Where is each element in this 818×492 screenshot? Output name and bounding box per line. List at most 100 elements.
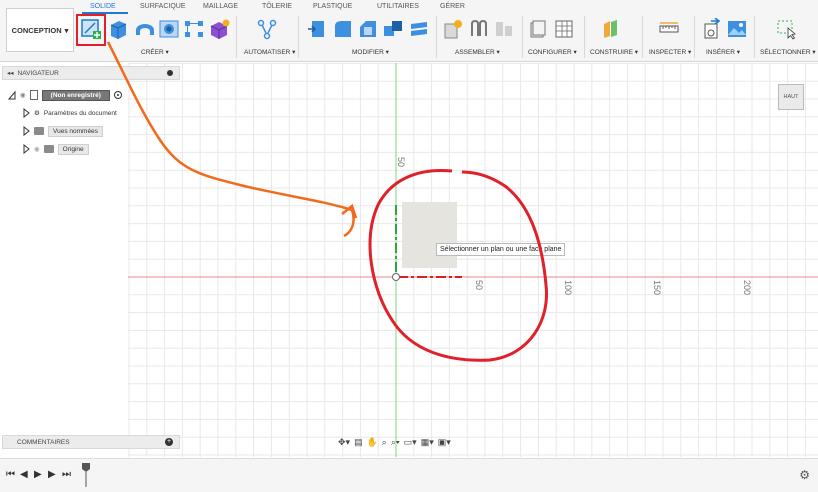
look-at-icon[interactable]: ▤ xyxy=(354,437,363,448)
viewports-icon[interactable]: ▣▾ xyxy=(438,437,451,448)
select-icon[interactable] xyxy=(776,18,798,40)
tab-gerer[interactable]: GÉRER xyxy=(440,3,465,10)
construct-plane-icon[interactable] xyxy=(600,18,622,40)
navigator-pin-icon[interactable] xyxy=(167,70,173,76)
root-label: (Non enregistré) xyxy=(41,89,110,101)
shell-icon[interactable] xyxy=(382,18,404,40)
workspace-label: CONCEPTION xyxy=(11,25,62,35)
comments-panel[interactable]: COMMENTAIRES + xyxy=(2,435,180,449)
navigation-bar: ✥▾ ▤ ✋ ⌕ ⌕▾ ▭▾ ▦▾ ▣▾ xyxy=(338,434,480,450)
hole-icon[interactable] xyxy=(158,18,180,40)
fillet-icon[interactable] xyxy=(332,18,354,40)
tab-utilitaires[interactable]: UTILITAIRES xyxy=(377,3,419,10)
origin-point[interactable] xyxy=(392,273,400,281)
tab-plastique[interactable]: PLASTIQUE xyxy=(313,3,352,10)
sketch-highlight-annotation xyxy=(76,14,106,46)
group-configurer[interactable]: CONFIGURER ▾ xyxy=(528,48,577,56)
separator xyxy=(694,16,695,58)
tree-item-origine[interactable]: ◉ Origine xyxy=(22,142,89,156)
zoom-icon[interactable]: ⌕ xyxy=(382,437,387,448)
group-modifier[interactable]: MODIFIER ▾ xyxy=(352,48,389,56)
group-selectionner[interactable]: SÉLECTIONNER ▾ xyxy=(760,48,816,56)
new-component-icon[interactable] xyxy=(208,18,230,40)
play-icon[interactable]: ▶ xyxy=(34,469,42,480)
separator xyxy=(298,16,299,58)
new-component-assemble-icon[interactable] xyxy=(442,18,464,40)
expand-right-icon[interactable] xyxy=(22,126,30,136)
separator xyxy=(436,16,437,58)
folder-icon xyxy=(34,127,44,135)
tab-maillage[interactable]: MAILLAGE xyxy=(203,3,238,10)
orbit-icon[interactable]: ✥▾ xyxy=(338,437,350,448)
group-automatiser[interactable]: AUTOMATISER ▾ xyxy=(244,48,295,56)
tree-item-parametres[interactable]: ⚙ Paramètres du document xyxy=(22,106,117,120)
grid: 50 50 100 150 200 xyxy=(128,63,818,457)
group-assembler[interactable]: ASSEMBLER ▾ xyxy=(455,48,500,56)
axis-label-v50: 50 xyxy=(396,157,406,167)
comments-title: COMMENTAIRES xyxy=(17,438,70,446)
go-to-end-icon[interactable]: ⏭ xyxy=(62,469,71,480)
tab-surfacique[interactable]: SURFACIQUE xyxy=(140,3,186,10)
measure-icon[interactable] xyxy=(658,18,680,40)
separator xyxy=(584,16,585,58)
folder-icon xyxy=(43,145,54,153)
viewport-canvas[interactable]: 50 50 100 150 200 xyxy=(0,63,818,457)
timeline-settings-gear-icon[interactable]: ⚙ xyxy=(799,468,810,482)
tab-solide[interactable]: SOLIDE xyxy=(90,3,116,10)
eye-icon[interactable]: ◉ xyxy=(20,91,26,99)
fit-icon[interactable]: ⌕▾ xyxy=(391,437,400,448)
insert-image-icon[interactable] xyxy=(726,18,748,40)
automate-icon[interactable] xyxy=(256,18,278,40)
configure-icon[interactable] xyxy=(528,18,550,40)
pan-icon[interactable]: ✋ xyxy=(367,437,378,448)
gear-icon: ⚙ xyxy=(34,110,40,117)
xy-plane-preview[interactable] xyxy=(402,202,457,268)
expand-down-icon[interactable] xyxy=(8,90,16,100)
revolve-icon[interactable] xyxy=(134,18,156,40)
axis-label-h100: 100 xyxy=(563,280,573,295)
configure-table-icon[interactable] xyxy=(553,18,575,40)
add-comment-icon[interactable]: + xyxy=(165,438,173,446)
timeline-marker[interactable] xyxy=(82,463,90,487)
extrude-icon[interactable] xyxy=(107,18,129,40)
grid-settings-icon[interactable]: ▦▾ xyxy=(421,437,434,448)
combine-icon[interactable] xyxy=(408,18,430,40)
step-back-icon[interactable]: ◀ xyxy=(20,469,28,480)
activate-radio-icon[interactable] xyxy=(113,91,122,99)
chamfer-icon[interactable] xyxy=(357,18,379,40)
collapse-icon[interactable]: ◂◂ xyxy=(7,69,14,77)
chevron-down-icon: ▾ xyxy=(64,25,69,35)
as-built-joint-icon[interactable] xyxy=(493,18,515,40)
step-forward-icon[interactable]: ▶ xyxy=(48,469,56,480)
axis-label-h50: 50 xyxy=(474,280,484,290)
group-creer[interactable]: CRÉER ▾ xyxy=(141,48,169,56)
separator xyxy=(522,16,523,58)
go-to-start-icon[interactable]: ⏮ xyxy=(6,469,15,480)
fusion-window: CONCEPTION ▾ SOLIDE SURFACIQUE MAILLAGE … xyxy=(0,0,818,492)
viewcube-label: HAUT xyxy=(783,94,799,100)
navigator-header[interactable]: ◂◂ NAVIGATEUR xyxy=(2,66,180,80)
press-pull-icon[interactable] xyxy=(306,18,328,40)
tree-item-vues-nommees[interactable]: Vues nommées xyxy=(22,124,103,138)
pattern-icon[interactable] xyxy=(183,18,205,40)
tab-tolerie[interactable]: TÔLERIE xyxy=(262,3,292,10)
insert-derive-icon[interactable] xyxy=(702,18,724,40)
workspace-switcher[interactable]: CONCEPTION ▾ xyxy=(6,8,74,52)
toolbar: CONCEPTION ▾ SOLIDE SURFACIQUE MAILLAGE … xyxy=(0,0,818,62)
display-settings-icon[interactable]: ▭▾ xyxy=(404,437,417,448)
expand-right-icon[interactable] xyxy=(22,144,30,154)
group-inserer[interactable]: INSÉRER ▾ xyxy=(706,48,740,56)
expand-right-icon[interactable] xyxy=(22,108,30,118)
eye-icon[interactable]: ◉ xyxy=(34,145,40,153)
joint-icon[interactable] xyxy=(468,18,490,40)
viewcube[interactable]: HAUT xyxy=(778,84,804,110)
tree-root[interactable]: ◉ (Non enregistré) xyxy=(8,88,122,102)
separator xyxy=(642,16,643,58)
group-construire[interactable]: CONSTRUIRE ▾ xyxy=(590,48,638,56)
navigator-title: NAVIGATEUR xyxy=(17,69,59,77)
document-icon xyxy=(29,90,38,100)
group-inspecter[interactable]: INSPECTER ▾ xyxy=(649,48,691,56)
axis-label-h150: 150 xyxy=(652,280,662,295)
tree-item-label: Origine xyxy=(57,143,89,155)
timeline: ⏮ ◀ ▶ ▶ ⏭ ⚙ xyxy=(0,458,818,492)
